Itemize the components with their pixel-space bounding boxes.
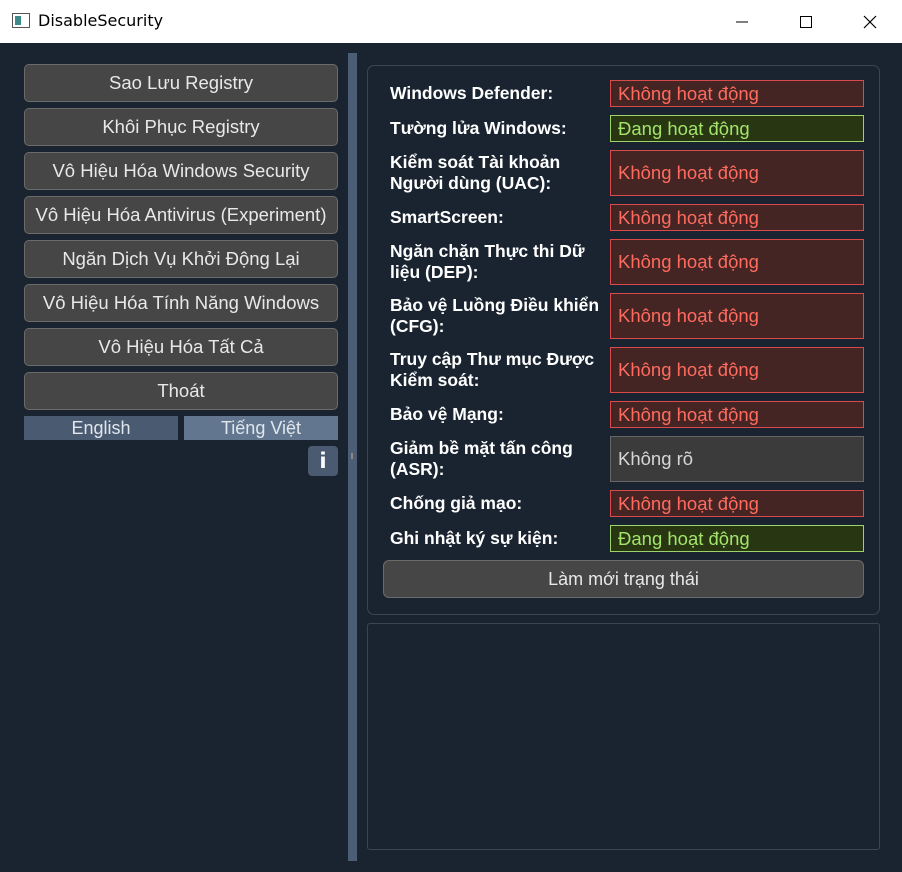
window-title: DisableSecurity (38, 11, 164, 30)
info-button[interactable]: i (308, 446, 338, 476)
status-label: SmartScreen: (390, 207, 504, 227)
refresh-status-button[interactable]: Làm mới trạng thái (383, 560, 864, 598)
status-value-tamper-protection: Không hoạt động (610, 490, 864, 517)
prevent-service-restart-button[interactable]: Ngăn Dịch Vụ Khởi Động Lại (24, 240, 338, 278)
status-label: Windows Defender: (390, 83, 554, 103)
status-label: Tường lửa Windows: (390, 118, 567, 138)
status-value-asr: Không rõ (610, 436, 864, 482)
language-vietnamese-button[interactable]: Tiếng Việt (184, 416, 338, 440)
language-english-button[interactable]: English (24, 416, 178, 440)
status-value-cfa: Không hoạt động (610, 347, 864, 393)
maximize-icon (800, 16, 812, 28)
app-icon (12, 13, 30, 28)
maximize-button[interactable] (774, 0, 838, 43)
status-label: Ghi nhật ký sự kiện: (390, 528, 559, 548)
disable-windows-security-button[interactable]: Vô Hiệu Hóa Windows Security (24, 152, 338, 190)
status-value-firewall: Đang hoạt động (610, 115, 864, 142)
disable-windows-features-button[interactable]: Vô Hiệu Hóa Tính Năng Windows (24, 284, 338, 322)
status-label: Kiểm soát Tài khoản Người dùng (UAC): (390, 152, 561, 193)
minimize-icon (736, 21, 748, 23)
window-body: Sao Lưu Registry Khôi Phục Registry Vô H… (0, 43, 902, 872)
status-value-network-protection: Không hoạt động (610, 401, 864, 428)
status-label: Giảm bề mặt tấn công (ASR): (390, 438, 573, 479)
status-value-defender: Không hoạt động (610, 80, 864, 107)
backup-registry-button[interactable]: Sao Lưu Registry (24, 64, 338, 102)
status-label: Bảo vệ Luồng Điều khiển (CFG): (390, 295, 600, 336)
status-label: Ngăn chặn Thực thi Dữ liệu (DEP): (390, 241, 585, 282)
status-value-cfg: Không hoạt động (610, 293, 864, 339)
status-value-event-logging: Đang hoạt động (610, 525, 864, 552)
close-icon (863, 15, 877, 29)
disable-all-button[interactable]: Vô Hiệu Hóa Tất Cả (24, 328, 338, 366)
status-value-smartscreen: Không hoạt động (610, 204, 864, 231)
status-label: Chống giả mạo: (390, 493, 523, 513)
status-value-uac: Không hoạt động (610, 150, 864, 196)
splitter-grip (351, 453, 353, 459)
minimize-button[interactable] (710, 0, 774, 43)
restore-registry-button[interactable]: Khôi Phục Registry (24, 108, 338, 146)
status-label: Bảo vệ Mạng: (390, 404, 504, 424)
log-output[interactable] (367, 623, 880, 850)
disable-antivirus-button[interactable]: Vô Hiệu Hóa Antivirus (Experiment) (24, 196, 338, 234)
title-bar: DisableSecurity (0, 0, 902, 43)
close-button[interactable] (838, 0, 902, 43)
exit-button[interactable]: Thoát (24, 372, 338, 410)
status-value-dep: Không hoạt động (610, 239, 864, 285)
status-label: Truy cập Thư mục Được Kiểm soát: (390, 349, 595, 390)
